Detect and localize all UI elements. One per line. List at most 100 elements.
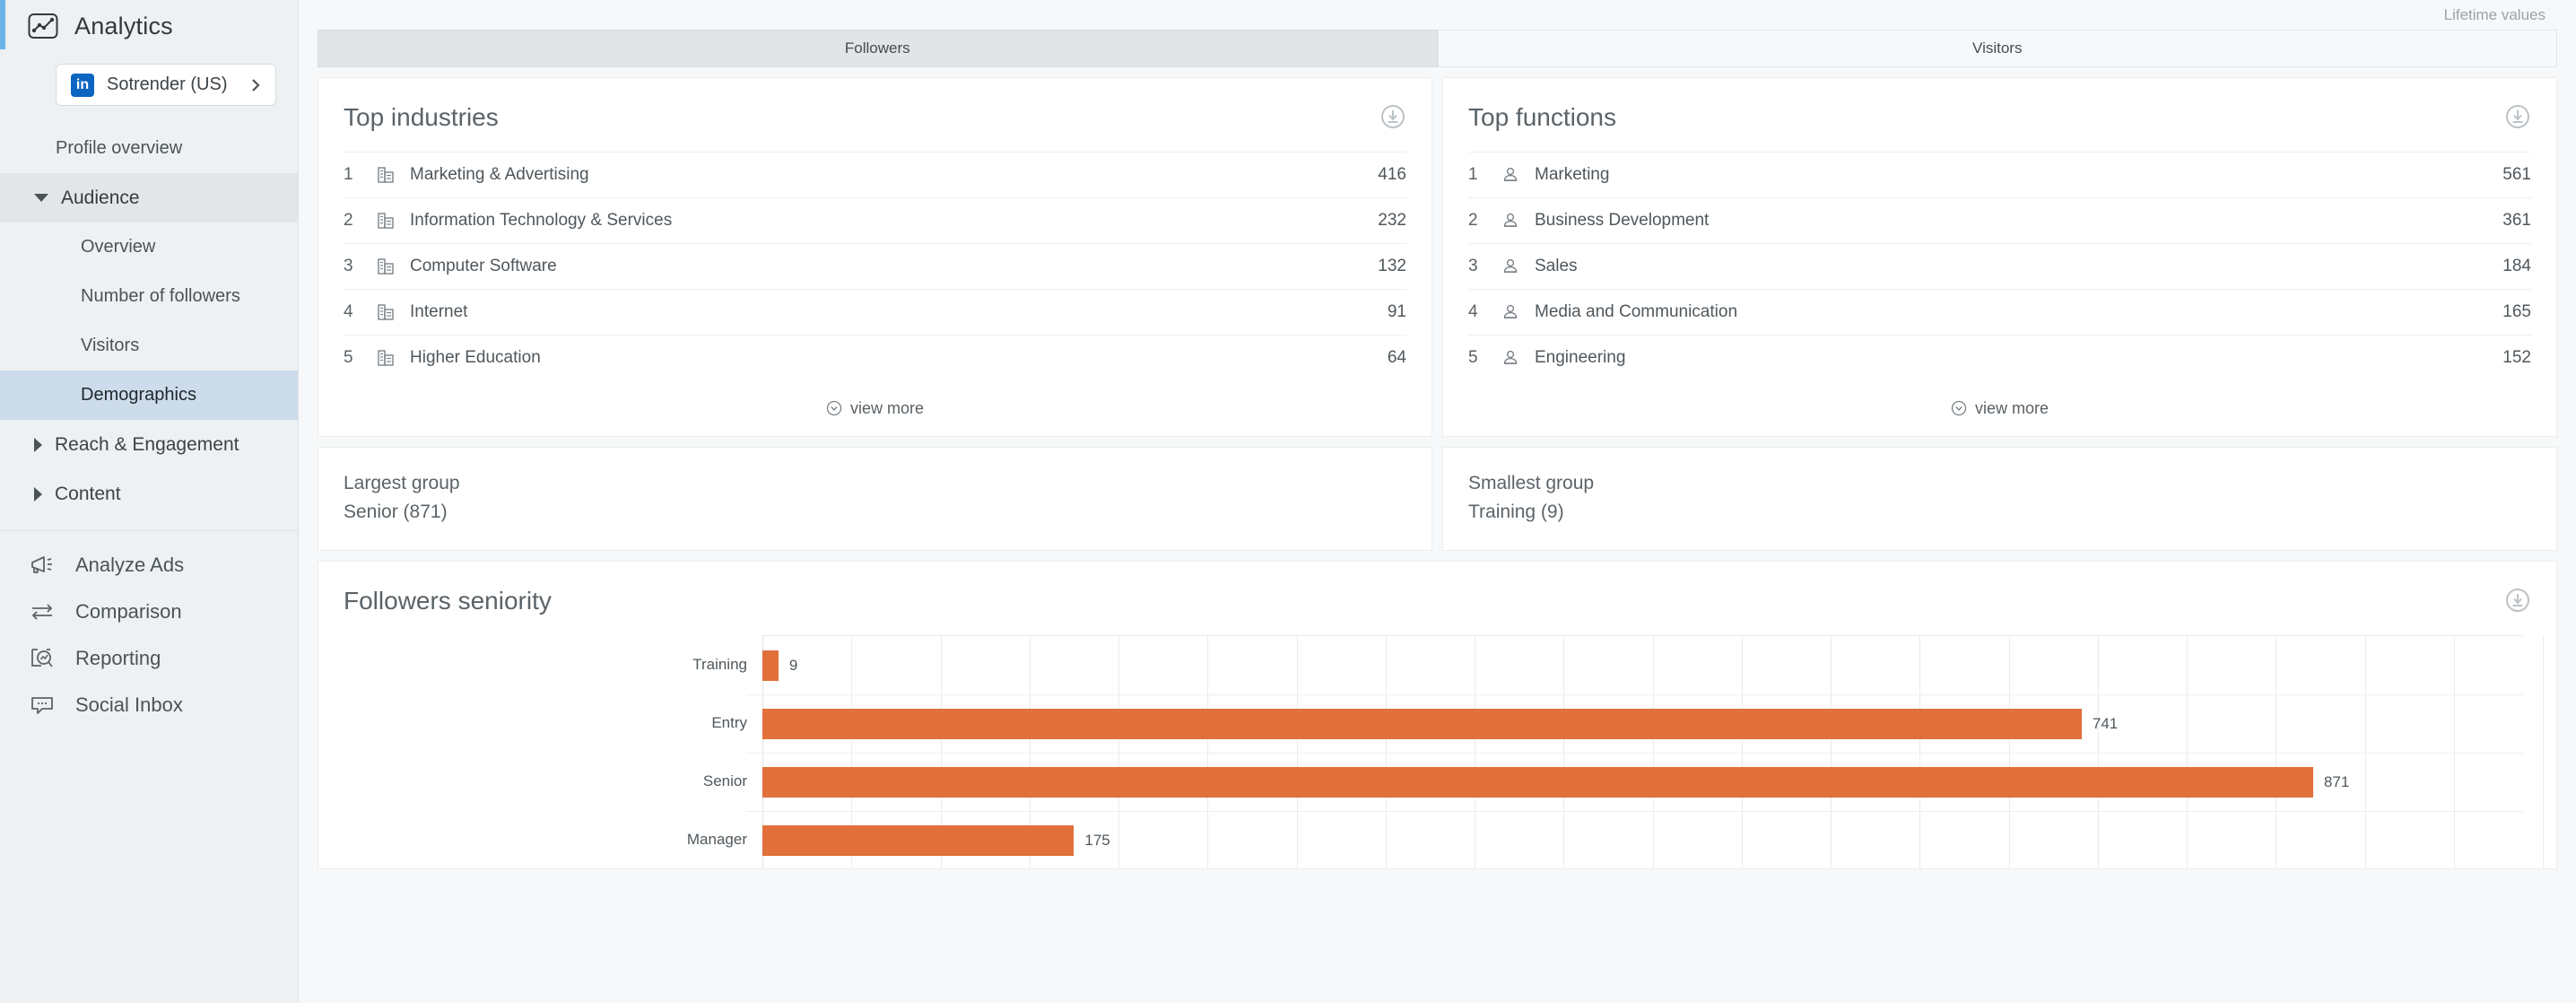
sidebar-item-label: Profile overview xyxy=(56,138,182,159)
bar-row[interactable]: 175 xyxy=(762,825,1110,856)
row-label: Internet xyxy=(410,302,1388,322)
main-content: Lifetime values Followers Visitors Top i… xyxy=(299,0,2576,1003)
sidebar-item-reach-engagement[interactable]: Reach & Engagement xyxy=(0,420,298,469)
row-value: 561 xyxy=(2502,165,2531,185)
download-circle-icon[interactable] xyxy=(2504,587,2531,614)
table-row[interactable]: 1 Marketing 561 xyxy=(1468,152,2531,197)
table-row[interactable]: 4 Internet xyxy=(344,289,1406,335)
table-row[interactable]: 2 Information xyxy=(344,197,1406,243)
building-icon xyxy=(376,165,396,185)
sidebar-item-label: Overview xyxy=(81,237,155,257)
chevron-right-icon xyxy=(34,438,42,452)
person-icon xyxy=(1501,302,1520,322)
table-row[interactable]: 3 Computer So xyxy=(344,243,1406,289)
row-label: Marketing & Advertising xyxy=(410,165,1378,185)
person-icon xyxy=(1501,257,1520,276)
category-label: Manager xyxy=(687,831,747,849)
sidebar-tools: Analyze Ads Comparison xyxy=(0,542,298,728)
row-rank: 3 xyxy=(1468,257,1501,276)
sidebar-item-overview[interactable]: Overview xyxy=(0,222,298,272)
row-label: Engineering xyxy=(1535,348,2502,368)
row-value: 184 xyxy=(2502,257,2531,276)
bar-value-label: 741 xyxy=(2093,715,2118,733)
row-rank: 5 xyxy=(1468,348,1501,368)
bar[interactable] xyxy=(762,650,779,681)
smallest-group-label: Smallest group xyxy=(1468,473,2531,494)
sidebar-item-social-inbox[interactable]: Social Inbox xyxy=(0,682,298,728)
sidebar-item-analyze-ads[interactable]: Analyze Ads xyxy=(0,542,298,589)
sidebar-item-reporting[interactable]: Reporting xyxy=(0,635,298,682)
view-more-label: view more xyxy=(1975,399,2049,418)
table-row[interactable]: 5 Engineering 152 xyxy=(1468,335,2531,380)
view-more-functions-button[interactable]: view more xyxy=(1443,380,2556,436)
sidebar-item-label: Number of followers xyxy=(81,286,240,307)
page-title: Analytics xyxy=(74,13,173,40)
chevron-down-circle-icon xyxy=(826,400,842,416)
tab-visitors[interactable]: Visitors xyxy=(1438,30,2558,67)
group-cards-row: Largest group Senior (871) Smallest grou… xyxy=(318,447,2557,551)
followers-seniority-card: Followers seniority TrainingEntrySeniorM… xyxy=(318,561,2557,869)
tab-followers[interactable]: Followers xyxy=(318,30,1438,67)
category-label: Training xyxy=(692,656,747,674)
top-industries-card: Top industries 1 xyxy=(318,77,1432,437)
row-rank: 1 xyxy=(344,165,376,185)
bar-row[interactable]: 741 xyxy=(762,709,2118,739)
building-icon xyxy=(376,348,396,368)
bar[interactable] xyxy=(762,767,2313,798)
gridline-vertical xyxy=(2543,636,2544,868)
row-rank: 3 xyxy=(344,257,376,276)
chat-bubble-icon xyxy=(29,692,56,719)
sidebar-item-label: Comparison xyxy=(75,600,182,624)
category-axis: TrainingEntrySeniorManager xyxy=(318,635,747,868)
sidebar-item-demographics[interactable]: Demographics xyxy=(0,371,298,420)
top-functions-card: Top functions 1 xyxy=(1442,77,2557,437)
sidebar-item-label: Audience xyxy=(61,188,140,209)
gridline-horizontal xyxy=(746,694,2523,695)
row-value: 64 xyxy=(1388,348,1406,368)
lifetime-values-label: Lifetime values xyxy=(2444,6,2546,24)
row-rank: 2 xyxy=(1468,211,1501,231)
bar-row[interactable]: 9 xyxy=(762,650,797,681)
bar[interactable] xyxy=(762,709,2082,739)
table-row[interactable]: 5 Higher Educ xyxy=(344,335,1406,380)
sidebar-item-visitors[interactable]: Visitors xyxy=(0,321,298,371)
table-row[interactable]: 4 Media and Communication 165 xyxy=(1468,289,2531,335)
analytics-chart-icon xyxy=(28,13,58,39)
sidebar-item-label: Demographics xyxy=(81,385,196,406)
table-row[interactable]: 1 Marketing & xyxy=(344,152,1406,197)
compare-arrows-icon xyxy=(29,598,56,625)
smallest-group-value: Training (9) xyxy=(1468,502,2531,523)
sidebar-item-number-of-followers[interactable]: Number of followers xyxy=(0,272,298,321)
sidebar-item-comparison[interactable]: Comparison xyxy=(0,589,298,635)
sidebar-item-audience[interactable]: Audience xyxy=(0,173,298,222)
seniority-bar-chart: TrainingEntrySeniorManager 9741871175 xyxy=(318,635,2556,868)
category-label: Entry xyxy=(711,714,747,732)
app-root: Analytics in Sotrender (US) Profile over… xyxy=(0,0,2576,1003)
bar-row[interactable]: 871 xyxy=(762,767,2349,798)
row-label: Information Technology & Services xyxy=(410,211,1378,231)
sidebar-item-label: Social Inbox xyxy=(75,693,183,717)
account-switcher[interactable]: in Sotrender (US) xyxy=(56,64,276,106)
report-search-icon xyxy=(29,645,56,672)
bar[interactable] xyxy=(762,825,1074,856)
view-more-industries-button[interactable]: view more xyxy=(318,380,1432,436)
bar-value-label: 871 xyxy=(2324,773,2349,791)
card-title: Followers seniority xyxy=(344,587,552,615)
chevron-down-circle-icon xyxy=(1951,400,1967,416)
person-icon xyxy=(1501,165,1520,185)
smallest-group-card: Smallest group Training (9) xyxy=(1442,447,2557,551)
row-rank: 1 xyxy=(1468,165,1501,185)
card-title: Top industries xyxy=(344,103,499,132)
download-circle-icon[interactable] xyxy=(1379,103,1406,130)
tab-label: Visitors xyxy=(1972,39,2022,57)
sidebar-item-profile-overview[interactable]: Profile overview xyxy=(0,124,298,173)
sidebar: Analytics in Sotrender (US) Profile over… xyxy=(0,0,299,1003)
sidebar-item-content[interactable]: Content xyxy=(0,469,298,519)
plot-area: 9 741 871 175 xyxy=(762,635,2523,868)
download-circle-icon[interactable] xyxy=(2504,103,2531,130)
largest-group-value: Senior (871) xyxy=(344,502,1406,523)
row-value: 132 xyxy=(1378,257,1406,276)
table-row[interactable]: 2 Business Development 361 xyxy=(1468,197,2531,243)
table-row[interactable]: 3 Sales 184 xyxy=(1468,243,2531,289)
gridline-horizontal xyxy=(746,753,2523,754)
